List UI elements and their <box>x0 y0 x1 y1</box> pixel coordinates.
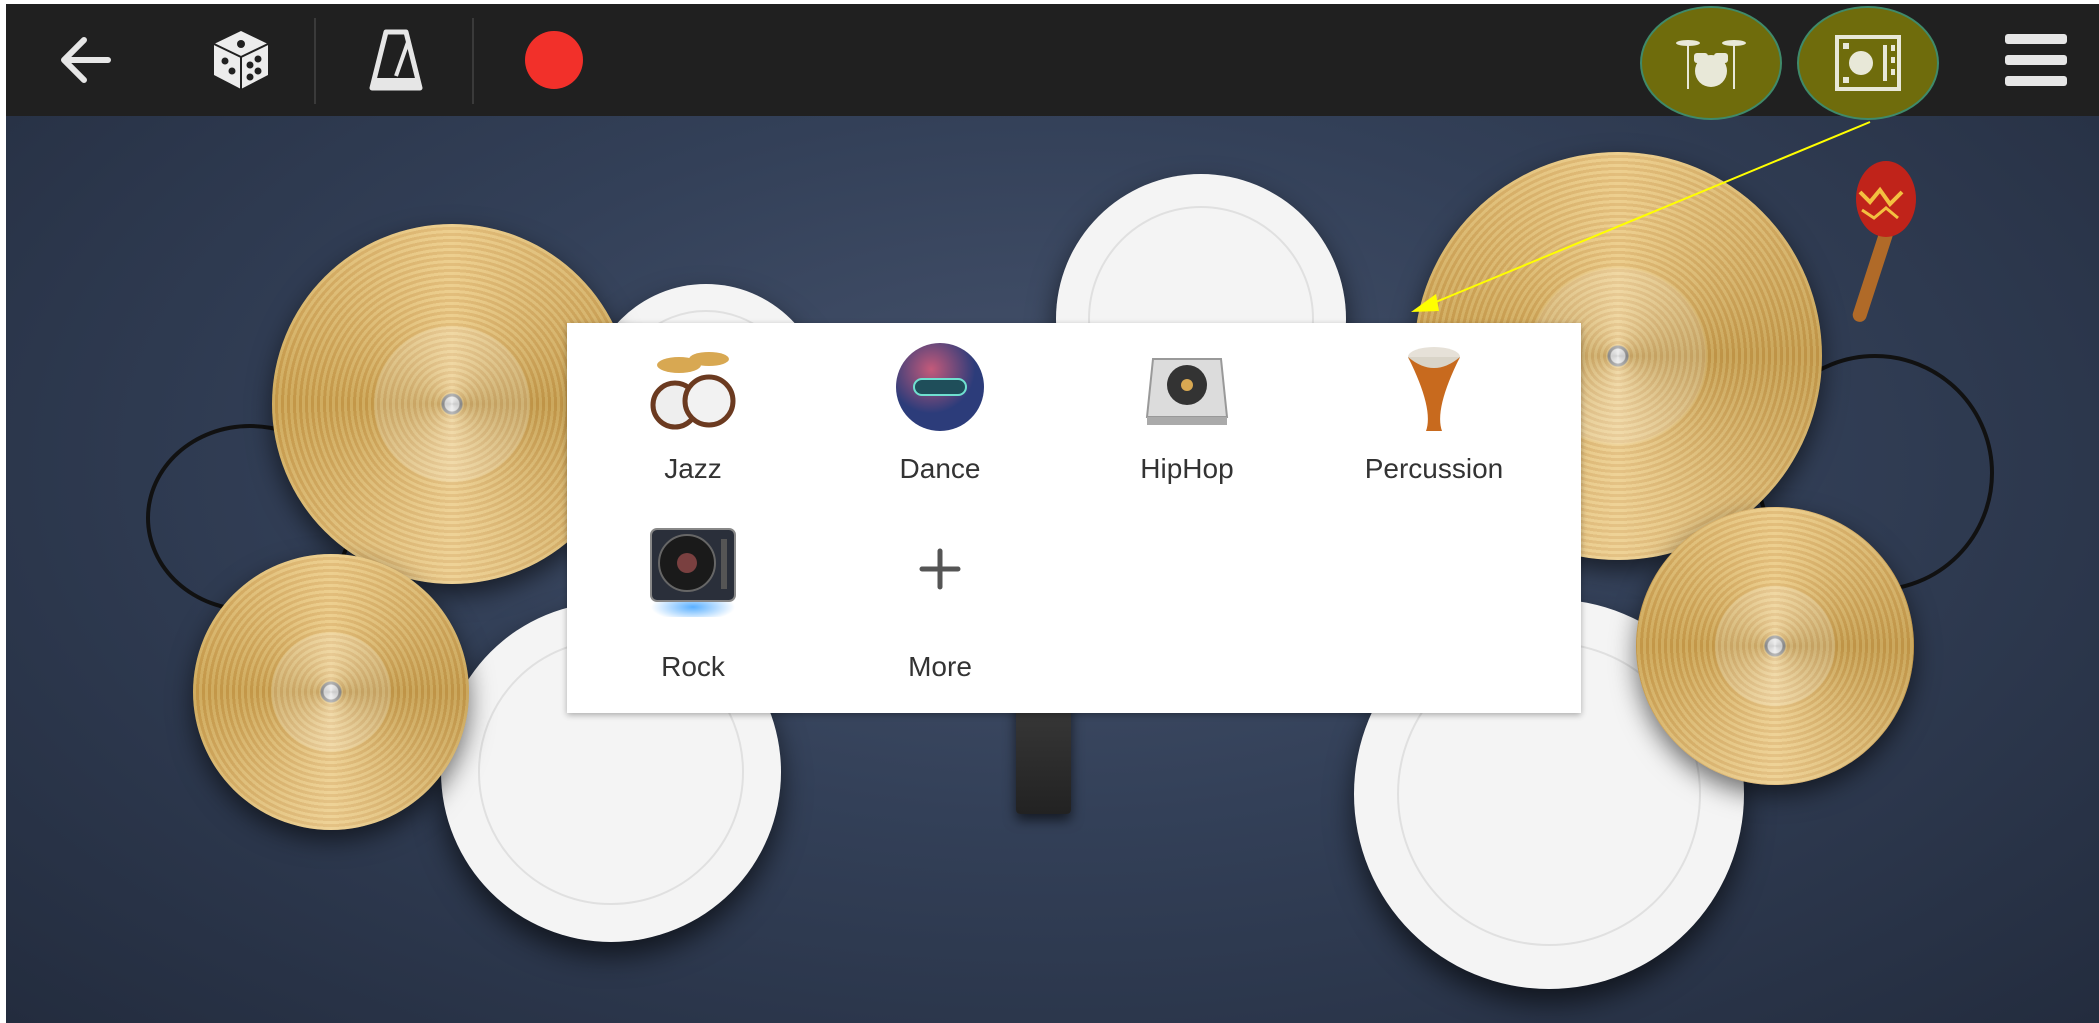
annotation-arrow <box>1411 121 1871 312</box>
drum-stage: Jazz Dance HipHop Percussion Rock More <box>6 4 2099 1023</box>
